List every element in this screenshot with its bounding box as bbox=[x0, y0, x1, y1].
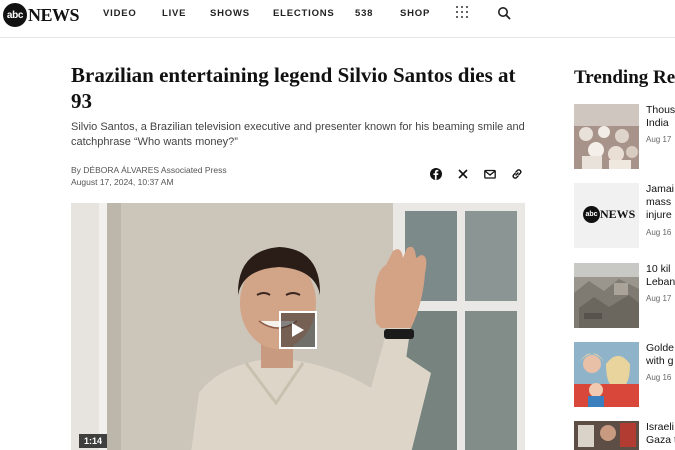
apps-grid-icon[interactable] bbox=[456, 6, 468, 18]
video-duration: 1:14 bbox=[79, 434, 108, 448]
nav-video[interactable]: VIDEO bbox=[103, 8, 137, 19]
top-navigation-bar: abc NEWS VIDEO LIVE SHOWS ELECTIONS 538 … bbox=[0, 0, 675, 38]
trending-headline-5-line1: Israeli bbox=[646, 421, 675, 433]
trending-date-4: Aug 16 bbox=[646, 373, 672, 382]
trending-headline-4-line2: with g bbox=[646, 355, 674, 367]
article-headline: Brazilian entertaining legend Silvio San… bbox=[71, 63, 516, 113]
nav-shop[interactable]: SHOP bbox=[400, 8, 430, 19]
trending-thumb-1[interactable] bbox=[574, 104, 639, 169]
trending-date-1: Aug 17 bbox=[646, 135, 672, 144]
trending-headline-2[interactable]: Jamai mass injure bbox=[646, 183, 675, 222]
protest-photo bbox=[574, 421, 639, 450]
search-icon[interactable] bbox=[497, 6, 511, 20]
trending-headline-5-line2: Gaza t bbox=[646, 434, 675, 446]
trending-date-3: Aug 17 bbox=[646, 294, 672, 303]
nav-live[interactable]: LIVE bbox=[162, 8, 186, 19]
x-icon[interactable] bbox=[456, 167, 470, 181]
trending-thumb-2[interactable]: abc NEWS bbox=[574, 183, 639, 248]
byline: By DÉBORA ÁLVARES Associated Press Augus… bbox=[71, 164, 227, 188]
play-button[interactable] bbox=[279, 311, 317, 349]
trending-headline-3-line2: Leban bbox=[646, 276, 675, 288]
trending-headline-3-line1: 10 kil bbox=[646, 263, 671, 275]
article-video[interactable]: 1:14 bbox=[71, 203, 525, 450]
trending-headline-5[interactable]: Israeli Gaza t bbox=[646, 421, 675, 447]
nav-elections[interactable]: ELECTIONS bbox=[273, 8, 335, 19]
crowd-photo bbox=[574, 104, 639, 169]
abc-news-placeholder-logo: abc NEWS bbox=[583, 206, 635, 223]
trending-headline-4-line1: Golde bbox=[646, 342, 675, 354]
email-icon[interactable] bbox=[483, 167, 497, 181]
publish-timestamp: August 17, 2024, 10:37 AM bbox=[71, 177, 174, 187]
trending-headline-4[interactable]: Golde with g bbox=[646, 342, 675, 368]
thumb-abc-logo-mark: abc bbox=[583, 206, 600, 223]
byline-prefix: By bbox=[71, 165, 81, 175]
article-summary: Silvio Santos, a Brazilian television ex… bbox=[71, 121, 525, 148]
trending-headline-1[interactable]: Thous India bbox=[646, 104, 675, 130]
trending-headline-3[interactable]: 10 kil Leban bbox=[646, 263, 675, 289]
link-icon[interactable] bbox=[510, 167, 524, 181]
trending-thumb-5[interactable] bbox=[574, 421, 639, 450]
trending-thumb-4[interactable] bbox=[574, 342, 639, 407]
news-wordmark: NEWS bbox=[28, 4, 80, 25]
trending-headline-2-line1: Jamai bbox=[646, 183, 675, 195]
trending-date-2: Aug 16 bbox=[646, 228, 672, 237]
trending-headline-2-line2: mass bbox=[646, 196, 672, 208]
author-name[interactable]: DÉBORA ÁLVARES Associated Press bbox=[83, 165, 226, 175]
family-photo bbox=[574, 342, 639, 407]
rubble-photo bbox=[574, 263, 639, 328]
play-icon bbox=[292, 323, 304, 337]
abc-news-logo[interactable]: abc NEWS bbox=[3, 2, 80, 28]
facebook-icon[interactable] bbox=[429, 167, 443, 181]
trending-headline-2-line3: injure bbox=[646, 209, 672, 221]
abc-logo-mark: abc bbox=[3, 3, 27, 27]
thumb-news-wordmark: NEWS bbox=[600, 207, 636, 221]
trending-headline-1-line2: India bbox=[646, 117, 669, 129]
trending-thumb-3[interactable] bbox=[574, 263, 639, 328]
nav-shows[interactable]: SHOWS bbox=[210, 8, 250, 19]
trending-heading: Trending Re bbox=[574, 67, 675, 88]
nav-538[interactable]: 538 bbox=[355, 8, 373, 19]
trending-headline-1-line1: Thous bbox=[646, 104, 675, 116]
